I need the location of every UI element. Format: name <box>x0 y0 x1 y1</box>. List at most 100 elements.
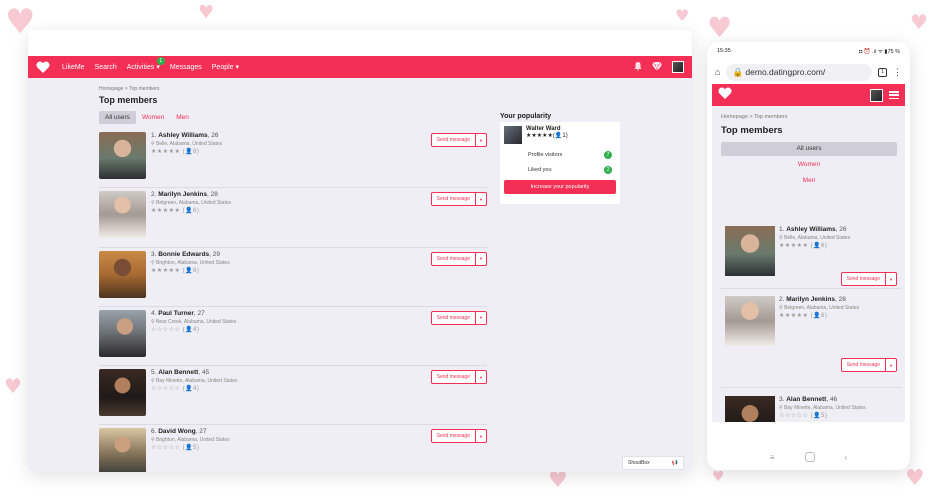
heart-logo-icon[interactable] <box>718 86 732 104</box>
mobile-navbar-right <box>870 88 899 102</box>
member-location: Belgreen, Alabama, United States <box>156 200 232 207</box>
mobile-content: Homepage > Top members Top members All u… <box>712 106 905 422</box>
home-button-icon[interactable] <box>804 452 815 462</box>
member-photo[interactable] <box>99 250 146 298</box>
member-row: 6. David Wong, 27 ⚲ Brighton, Alabama, U… <box>99 425 487 472</box>
send-options-caret-icon[interactable]: ▼ <box>476 133 487 147</box>
hamburger-menu-icon[interactable] <box>889 91 899 99</box>
page-title: Top members <box>721 125 783 136</box>
member-photo[interactable] <box>725 226 775 276</box>
diamond-icon[interactable] <box>652 61 662 73</box>
breadcrumb[interactable]: Homepage > Top members <box>99 86 159 92</box>
member-name[interactable]: Paul Turner <box>158 310 194 317</box>
tab-all-users[interactable]: All users <box>99 111 136 124</box>
member-info: 1. Ashley Williams, 26 ⚲ Belle, Alabama,… <box>151 132 222 187</box>
tab-women[interactable]: Women <box>721 158 897 172</box>
popularity-card: Walter Ward ★★★★★(👤1) Profile visitors 7… <box>500 122 620 204</box>
url-field[interactable]: 🔒 demo.datingpro.com/ <box>726 63 872 81</box>
nav-search[interactable]: Search <box>95 64 117 71</box>
member-age: , 26 <box>835 226 847 233</box>
member-photo[interactable] <box>99 428 146 472</box>
bell-icon[interactable] <box>634 61 642 73</box>
send-message-button[interactable]: Send message <box>430 370 476 385</box>
rating-stars: ☆☆☆☆☆ <box>151 326 181 333</box>
browser-top-strip <box>28 30 692 56</box>
nav-messages[interactable]: Messages <box>170 64 202 71</box>
location-pin-icon: ⚲ <box>779 405 783 411</box>
send-options-caret-icon[interactable]: ▼ <box>476 192 487 207</box>
member-photo[interactable] <box>99 132 146 179</box>
member-name[interactable]: David Wong <box>158 428 195 435</box>
send-options-caret-icon[interactable]: ▼ <box>886 358 897 372</box>
send-message-button[interactable]: Send message <box>430 429 476 444</box>
member-photo[interactable] <box>725 396 775 422</box>
member-photo[interactable] <box>725 296 775 346</box>
popularity-user: Walter Ward ★★★★★(👤1) <box>504 126 616 144</box>
shoutbox-widget[interactable]: ShoutBox 📢 <box>622 456 684 470</box>
nav-likeme[interactable]: LikeMe <box>62 64 85 71</box>
browser-url-bar: ⌂ 🔒 demo.datingpro.com/ 1 ⋮ <box>707 60 910 84</box>
send-options-caret-icon[interactable]: ▼ <box>476 251 487 266</box>
nav-people[interactable]: People ▾ <box>212 63 239 71</box>
decorative-heart-icon: ♥ <box>548 468 568 493</box>
send-options-caret-icon[interactable]: ▼ <box>476 429 487 444</box>
tab-all-users[interactable]: All users <box>721 142 897 156</box>
rating-stars: ☆☆☆☆☆ <box>779 413 809 419</box>
member-name[interactable]: Marilyn Jenkins <box>158 191 207 198</box>
popularity-avatar[interactable] <box>504 126 522 144</box>
rating-stars: ★★★★★ <box>779 243 809 249</box>
member-age: , 26 <box>207 132 219 139</box>
send-message-button[interactable]: Send message <box>430 251 476 266</box>
increase-popularity-button[interactable]: Increase your popularity <box>504 180 616 194</box>
rating-count: (👤1) <box>552 133 568 139</box>
user-avatar[interactable] <box>672 61 684 73</box>
member-photo[interactable] <box>99 309 146 357</box>
tab-men[interactable]: Men <box>170 111 195 124</box>
nav-activities[interactable]: Activities ▾ 1 <box>127 57 165 71</box>
member-name[interactable]: Ashley Williams <box>158 132 207 139</box>
recents-button-icon[interactable]: ≡ <box>770 453 775 462</box>
member-photo[interactable] <box>99 191 146 239</box>
member-name[interactable]: Alan Bennett <box>158 369 198 376</box>
member-rank: 3. <box>779 396 785 403</box>
gender-tabs: All users Women Men <box>721 142 897 190</box>
tab-women[interactable]: Women <box>136 111 170 124</box>
member-photo[interactable] <box>99 369 146 417</box>
send-message-button[interactable]: Send message <box>430 192 476 207</box>
send-message-button[interactable]: Send message <box>430 310 476 325</box>
back-button-icon[interactable]: ‹ <box>845 453 848 462</box>
breadcrumb[interactable]: Homepage > Top members <box>721 114 787 120</box>
rating-count: (👤4) <box>182 326 200 333</box>
heart-logo-icon[interactable] <box>36 61 50 73</box>
decorative-heart-icon: ♥ <box>4 374 22 398</box>
user-avatar[interactable] <box>870 88 883 102</box>
more-menu-icon[interactable]: ⋮ <box>893 67 902 78</box>
home-icon[interactable]: ⌂ <box>715 67 720 77</box>
member-name[interactable]: Marilyn Jenkins <box>786 296 835 303</box>
member-name[interactable]: Alan Bennett <box>786 396 826 403</box>
send-message-button[interactable]: Send message <box>840 272 886 286</box>
send-options-caret-icon[interactable]: ▼ <box>886 272 897 286</box>
decorative-heart-icon: ♥ <box>910 10 928 34</box>
rating-stars: ★★★★★ <box>151 208 181 215</box>
mobile-navbar <box>712 84 905 106</box>
send-options-caret-icon[interactable]: ▼ <box>476 370 487 385</box>
members-list-continued: 2. Marilyn Jenkins, 28 ⚲ Belgreen, Alaba… <box>721 296 901 422</box>
tab-men[interactable]: Men <box>721 174 897 188</box>
tab-count-button[interactable]: 1 <box>878 67 887 77</box>
member-age: , 27 <box>193 309 205 317</box>
liked-you-row[interactable]: Liked you 2 <box>528 166 612 174</box>
member-age: , 28 <box>835 296 846 303</box>
location-pin-icon: ⚲ <box>151 318 155 325</box>
profile-visitors-row[interactable]: Profile visitors 7 <box>528 151 612 159</box>
member-info: 2. Marilyn Jenkins, 28 ⚲ Belgreen, Alaba… <box>151 191 231 246</box>
profile-visitors-count: 7 <box>604 151 612 159</box>
member-name[interactable]: Ashley Williams <box>786 226 835 233</box>
send-message-button[interactable]: Send message <box>430 133 476 147</box>
member-name[interactable]: Bonnie Edwards <box>158 251 209 258</box>
lock-icon: 🔒 <box>732 66 744 77</box>
send-options-caret-icon[interactable]: ▼ <box>476 310 487 325</box>
send-message-button[interactable]: Send message <box>840 358 886 372</box>
member-location: Belle, Alabama, United States <box>156 141 223 147</box>
popularity-user-info: Walter Ward ★★★★★(👤1) <box>526 126 568 144</box>
